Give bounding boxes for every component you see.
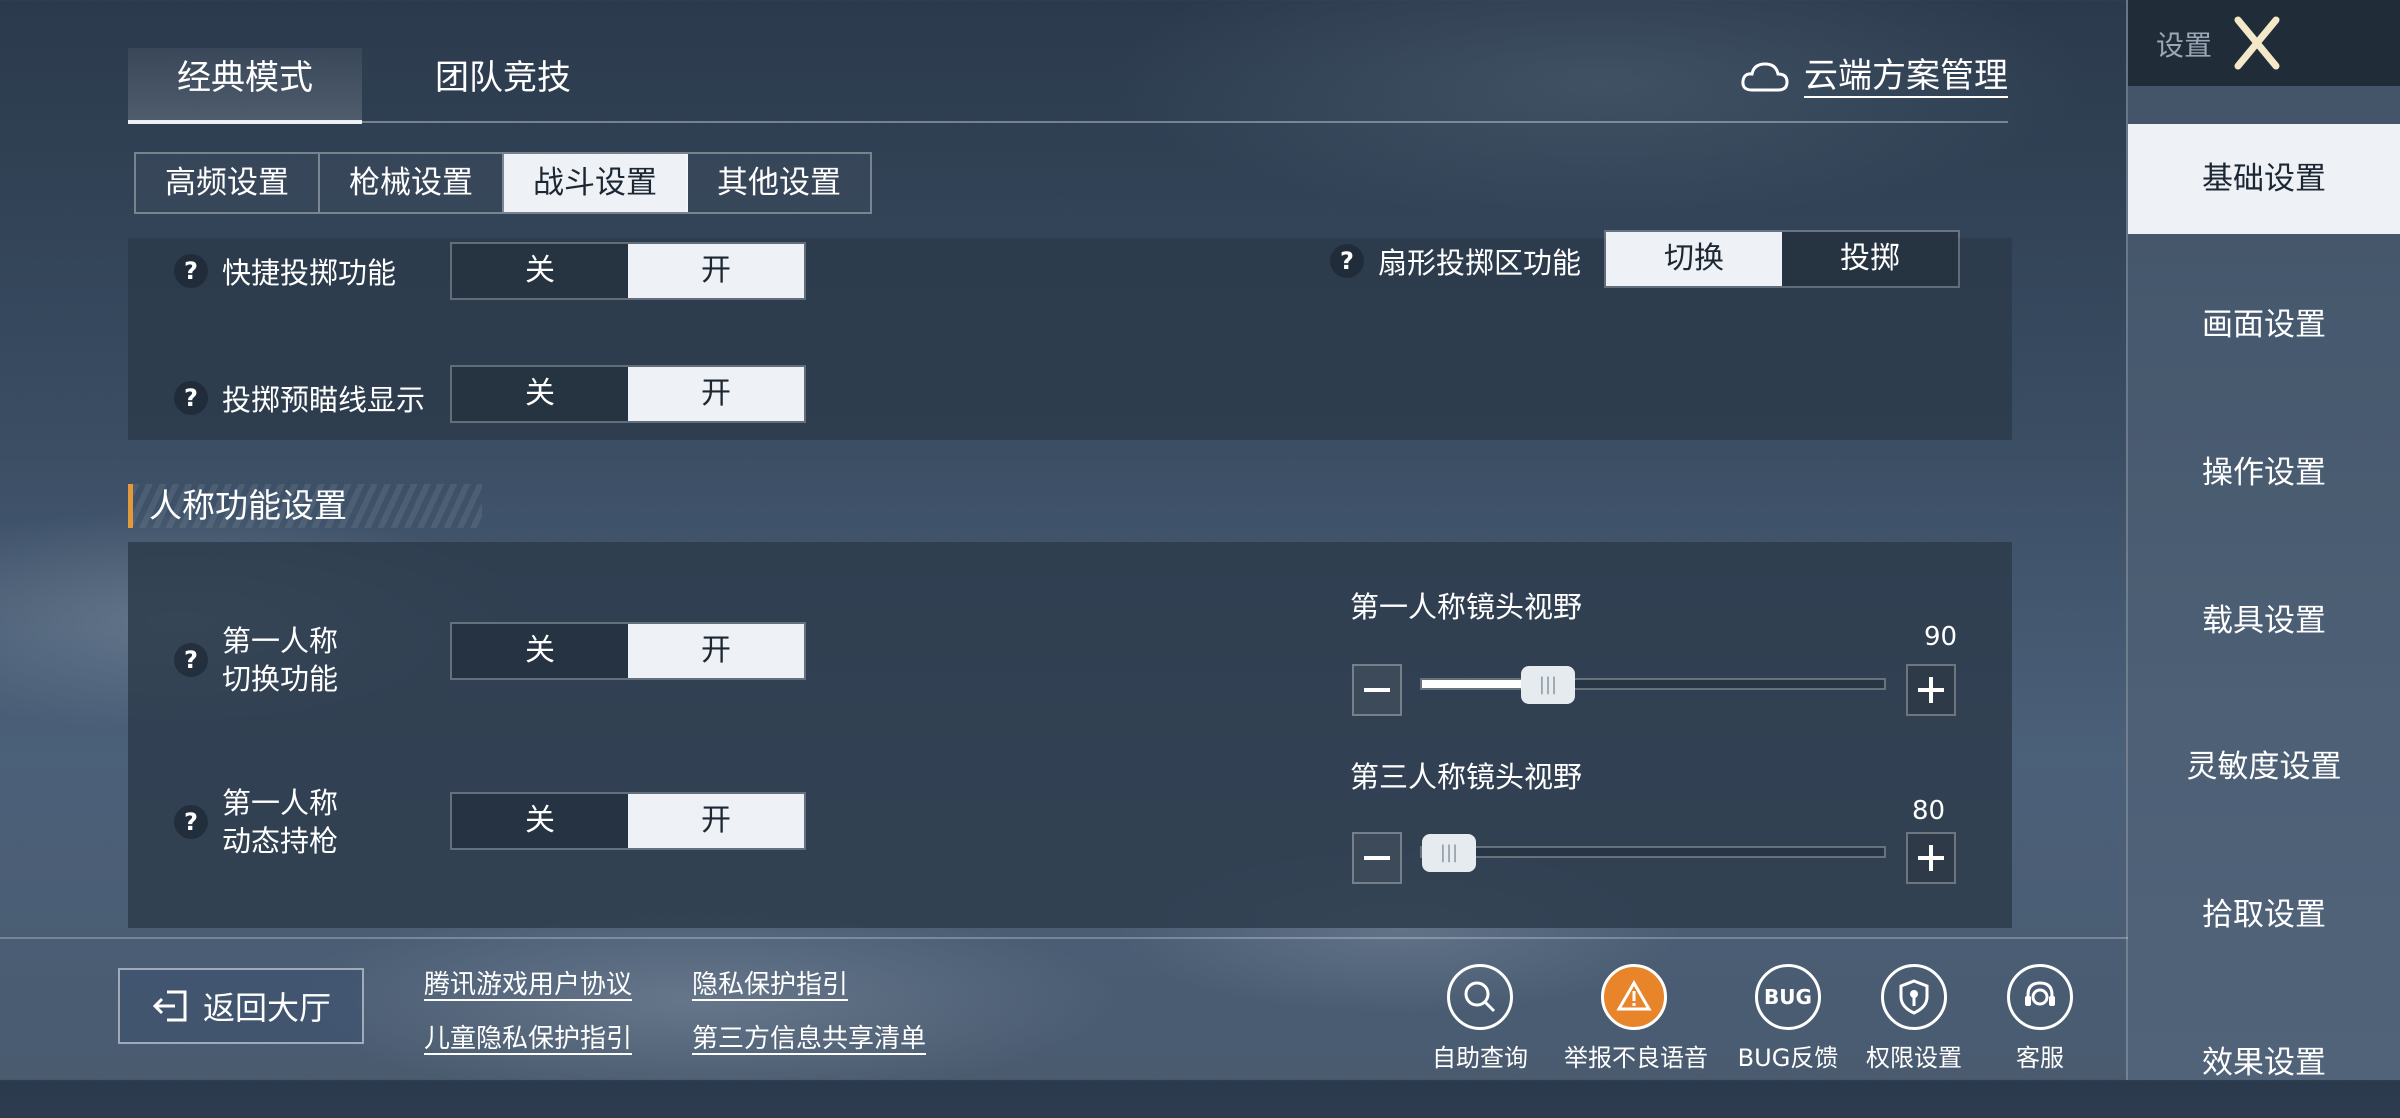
link-privacy-guide[interactable]: 隐私保护指引: [692, 964, 848, 1001]
settings-sidebar: 设置 基础设置 画面设置 操作设置 载具设置 灵敏度设置 拾取设置 效果设置: [2126, 0, 2400, 1081]
link-user-agreement[interactable]: 腾讯游戏用户协议: [424, 964, 632, 1001]
fp-switch-label-row: ? 第一人称 切换功能: [174, 622, 338, 698]
fp-dynamic-off-button[interactable]: 关: [452, 794, 628, 848]
tp-fov-value: 80: [1912, 796, 1946, 826]
fp-fov-slider-thumb[interactable]: |||: [1521, 666, 1575, 704]
fp-dynamic-label-row: ? 第一人称 动态持枪: [174, 784, 338, 860]
cloud-scheme-link[interactable]: 云端方案管理: [1740, 56, 2008, 98]
section-title-perspective: 人称功能设置: [128, 484, 482, 528]
tp-fov-title: 第三人称镜头视野: [1350, 760, 1583, 794]
tp-fov-slider[interactable]: |||: [1420, 834, 1886, 872]
exit-icon: [152, 990, 187, 1022]
fp-fov-title: 第一人称镜头视野: [1350, 590, 1583, 624]
tp-fov-decrease-button[interactable]: [1352, 832, 1402, 884]
sidebar-title: 设置: [2156, 29, 2213, 62]
fp-switch-toggle: 关 开: [450, 622, 806, 680]
help-icon[interactable]: ?: [174, 805, 208, 839]
fp-dynamic-label-line2: 动态持枪: [222, 824, 339, 858]
aim-line-label: 投掷预瞄线显示: [222, 383, 426, 417]
help-icon[interactable]: ?: [1330, 244, 1364, 278]
quick-throw-label: 快捷投掷功能: [222, 256, 397, 290]
cloud-scheme-label: 云端方案管理: [1804, 56, 2008, 98]
perspective-settings-panel: [128, 542, 2012, 928]
tab-team-deathmatch[interactable]: 团队竞技: [388, 48, 618, 120]
minus-icon: [1364, 688, 1390, 692]
sidebar-item-basic[interactable]: 基础设置: [2128, 124, 2400, 234]
sidebar-item-pickup[interactable]: 拾取设置: [2128, 860, 2400, 970]
aim-line-on-button[interactable]: 开: [628, 367, 804, 421]
fp-switch-label-line2: 切换功能: [222, 662, 339, 696]
close-button[interactable]: [2224, 12, 2290, 74]
self-service-query-button[interactable]: 自助查询: [1410, 964, 1550, 1073]
fp-switch-off-button[interactable]: 关: [452, 624, 628, 678]
permission-icon: [1881, 964, 1947, 1030]
subtab-other[interactable]: 其他设置: [688, 154, 870, 212]
search-icon: [1447, 964, 1513, 1030]
fan-throw-label: 扇形投掷区功能: [1378, 246, 1582, 280]
fp-fov-value: 90: [1924, 622, 1958, 652]
help-icon[interactable]: ?: [174, 643, 208, 677]
report-voice-icon: [1601, 964, 1667, 1030]
sub-tab-bar: 高频设置 枪械设置 战斗设置 其他设置: [134, 152, 872, 214]
aim-line-label-row: ? 投掷预瞄线显示: [174, 377, 425, 419]
sidebar-item-sensitivity[interactable]: 灵敏度设置: [2128, 712, 2400, 822]
help-icon[interactable]: ?: [174, 381, 208, 415]
link-child-privacy[interactable]: 儿童隐私保护指引: [424, 1018, 632, 1055]
fan-throw-throw-button[interactable]: 投掷: [1782, 232, 1958, 286]
tp-fov-slider-thumb[interactable]: |||: [1422, 834, 1476, 872]
fp-dynamic-on-button[interactable]: 开: [628, 794, 804, 848]
tab-classic-mode[interactable]: 经典模式: [128, 48, 362, 124]
report-voice-label: 举报不良语音: [1564, 1044, 1708, 1072]
bug-feedback-label: BUG反馈: [1737, 1044, 1839, 1072]
bug-icon: BUG: [1755, 964, 1821, 1030]
fan-throw-toggle: 切换 投掷: [1604, 230, 1960, 288]
sidebar-item-vehicle[interactable]: 载具设置: [2128, 566, 2400, 676]
fp-dynamic-toggle: 关 开: [450, 792, 806, 850]
fp-fov-slider[interactable]: |||: [1420, 666, 1886, 704]
sidebar-item-effects[interactable]: 效果设置: [2128, 1008, 2400, 1118]
self-service-query-label: 自助查询: [1432, 1044, 1528, 1072]
minus-icon: [1364, 856, 1390, 860]
quick-throw-label-row: ? 快捷投掷功能: [174, 250, 396, 292]
tab-divider-line: [128, 121, 2008, 123]
quick-throw-off-button[interactable]: 关: [452, 244, 628, 298]
back-to-lobby-button[interactable]: 返回大厅: [118, 968, 364, 1044]
report-voice-button[interactable]: 举报不良语音: [1564, 964, 1708, 1073]
quick-throw-toggle: 关 开: [450, 242, 806, 300]
aim-line-off-button[interactable]: 关: [452, 367, 628, 421]
fp-fov-increase-button[interactable]: [1906, 664, 1956, 716]
subtab-combat[interactable]: 战斗设置: [504, 154, 688, 212]
permission-settings-button[interactable]: 权限设置: [1844, 964, 1984, 1073]
subtab-weapon[interactable]: 枪械设置: [320, 154, 504, 212]
fp-dynamic-label: 第一人称 动态持枪: [222, 784, 338, 860]
plus-icon: [1918, 845, 1944, 871]
tp-fov-increase-button[interactable]: [1906, 832, 1956, 884]
permission-settings-label: 权限设置: [1866, 1044, 1962, 1072]
fp-dynamic-label-line1: 第一人称: [222, 786, 339, 820]
fp-switch-label-line1: 第一人称: [222, 624, 339, 658]
back-to-lobby-label: 返回大厅: [202, 989, 331, 1027]
sidebar-item-controls[interactable]: 操作设置: [2128, 418, 2400, 528]
customer-service-label: 客服: [2016, 1044, 2064, 1072]
sidebar-item-graphics[interactable]: 画面设置: [2128, 270, 2400, 380]
fp-switch-on-button[interactable]: 开: [628, 624, 804, 678]
fan-throw-label-row: ? 扇形投掷区功能: [1330, 240, 1581, 282]
cloud-icon: [1741, 62, 1789, 92]
fp-switch-label: 第一人称 切换功能: [222, 622, 338, 698]
link-third-party-info[interactable]: 第三方信息共享清单: [692, 1018, 926, 1055]
fp-fov-decrease-button[interactable]: [1352, 664, 1402, 716]
bug-feedback-button[interactable]: BUG BUG反馈: [1718, 964, 1858, 1073]
footer-divider: [0, 937, 2128, 939]
customer-service-button[interactable]: 客服: [1970, 964, 2110, 1073]
customer-service-icon: [2007, 964, 2073, 1030]
aim-line-toggle: 关 开: [450, 365, 806, 423]
subtab-high-frequency[interactable]: 高频设置: [136, 154, 320, 212]
plus-icon: [1918, 677, 1944, 703]
fan-throw-switch-button[interactable]: 切换: [1606, 232, 1782, 286]
bug-icon-text: BUG: [1764, 985, 1812, 1009]
quick-throw-on-button[interactable]: 开: [628, 244, 804, 298]
close-icon: [2234, 16, 2280, 70]
help-icon[interactable]: ?: [174, 254, 208, 288]
